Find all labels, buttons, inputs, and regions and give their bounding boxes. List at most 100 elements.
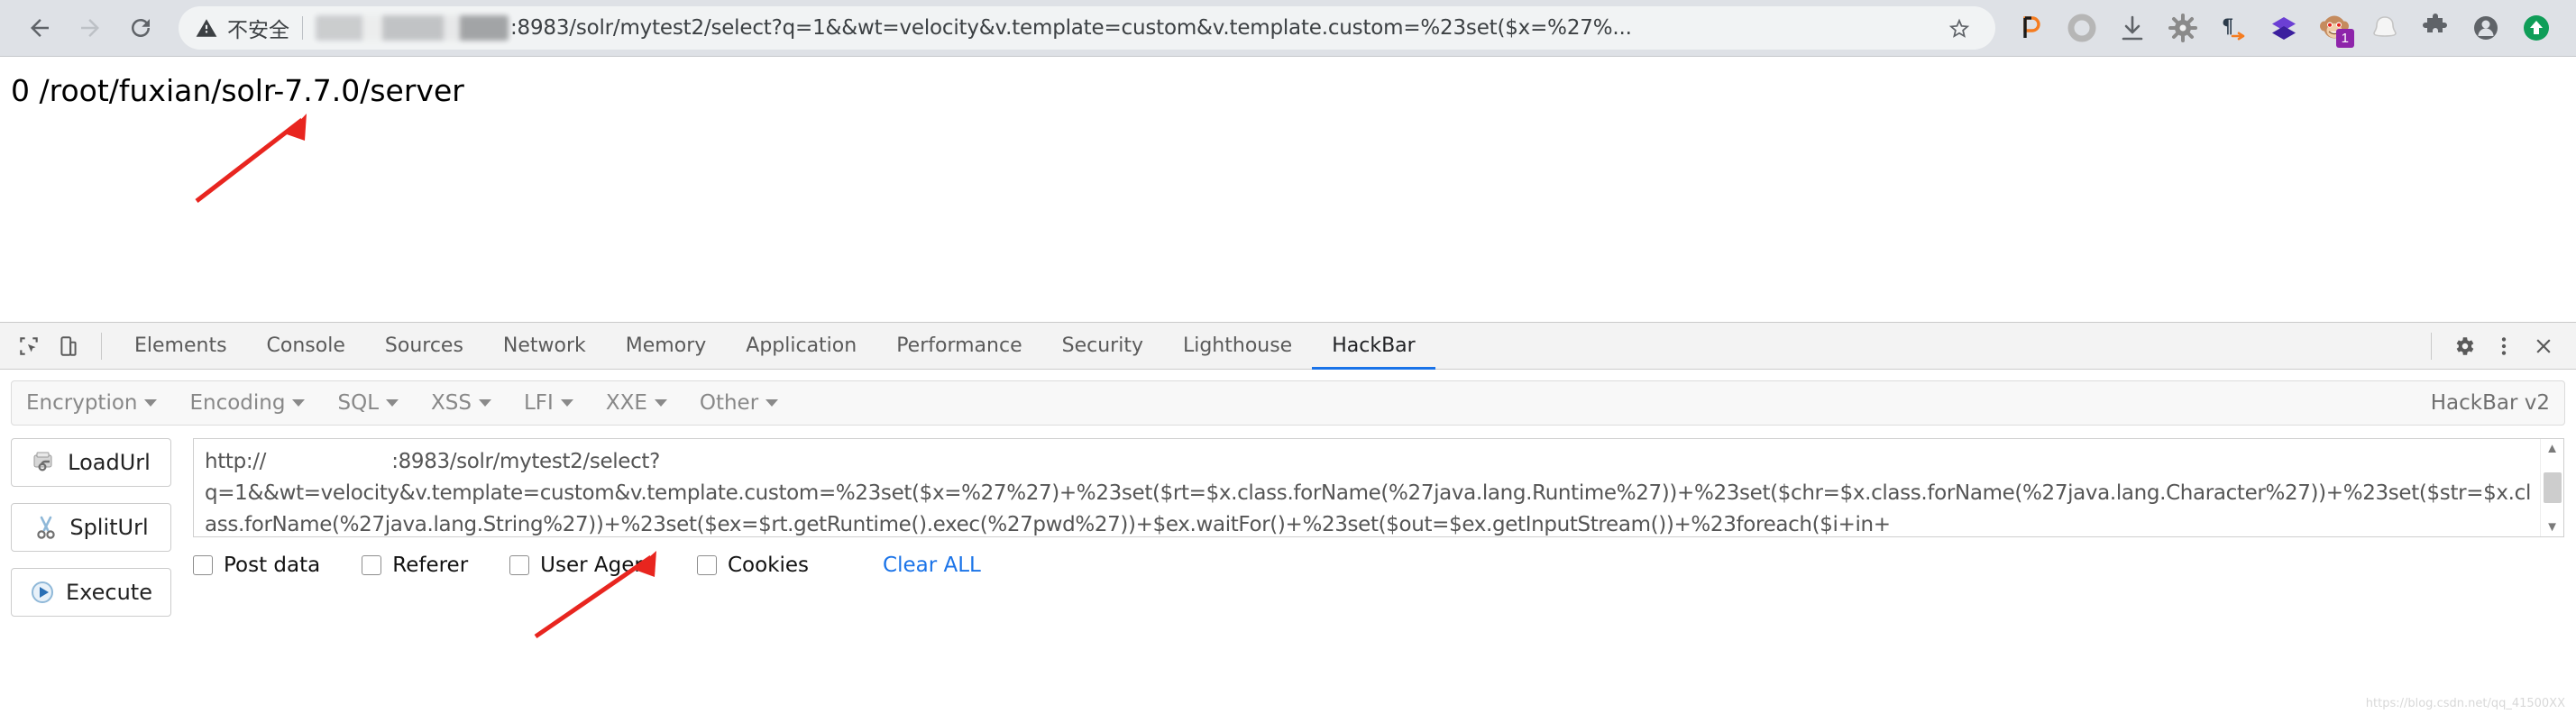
- hackbar-url-scrollbar[interactable]: ▲ ▼: [2540, 439, 2563, 536]
- hackbar-url-textarea[interactable]: http:// :8983/solr/mytest2/select? q=1&&…: [194, 439, 2540, 536]
- bug-extension-icon[interactable]: [2158, 3, 2208, 53]
- forward-button[interactable]: [65, 3, 115, 53]
- chevron-down-icon: [560, 399, 573, 407]
- menu-lfi[interactable]: LFI: [524, 391, 573, 415]
- reload-button[interactable]: [115, 3, 166, 53]
- menu-other[interactable]: Other: [699, 391, 779, 415]
- devtools-toolbar-right: [2418, 326, 2576, 366]
- device-toolbar-icon[interactable]: [49, 326, 88, 366]
- loadurl-icon: [33, 452, 52, 471]
- update-browser-icon[interactable]: [2511, 3, 2562, 53]
- ghost-extension-icon[interactable]: [2360, 3, 2410, 53]
- menu-xxe-label: XXE: [605, 391, 647, 415]
- checkbox-user-agent-label: User Agent: [540, 554, 655, 577]
- tab-lighthouse[interactable]: Lighthouse: [1163, 323, 1312, 370]
- tab-console[interactable]: Console: [247, 323, 365, 370]
- hackbar-menubar: Encryption Encoding SQL XSS LFI XXE Othe…: [11, 380, 2565, 426]
- chevron-down-icon: [144, 399, 158, 407]
- tab-sources[interactable]: Sources: [365, 323, 483, 370]
- download-icon[interactable]: [2107, 3, 2158, 53]
- tab-performance[interactable]: Performance: [876, 323, 1041, 370]
- scroll-up-icon[interactable]: ▲: [2545, 442, 2559, 455]
- chevron-down-icon: [478, 399, 491, 407]
- circle-extension-icon[interactable]: [2057, 3, 2107, 53]
- play-icon: [32, 581, 53, 603]
- checkbox-box[interactable]: [509, 555, 530, 575]
- menu-xss[interactable]: XSS: [431, 391, 491, 415]
- menu-xxe[interactable]: XXE: [606, 391, 667, 415]
- hackbar-url-field[interactable]: http:// :8983/solr/mytest2/select? q=1&&…: [193, 438, 2564, 537]
- omnibox-divider: [302, 16, 303, 40]
- menu-encryption[interactable]: Encryption: [26, 391, 158, 415]
- omnibox[interactable]: 不安全 :8983/solr/mytest2/select?q=1&&wt=ve…: [179, 6, 1995, 50]
- spliturl-button[interactable]: SplitUrl: [11, 503, 171, 552]
- checkbox-box[interactable]: [362, 555, 382, 575]
- checkbox-cookies[interactable]: Cookies: [696, 554, 810, 577]
- checkbox-box[interactable]: [696, 555, 717, 575]
- menu-other-label: Other: [699, 391, 759, 415]
- not-secure-label: 不安全: [227, 19, 289, 42]
- execute-button[interactable]: Execute: [11, 568, 171, 617]
- chevron-down-icon: [654, 399, 667, 407]
- tab-memory[interactable]: Memory: [606, 323, 726, 370]
- watermark-text: https://blog.csdn.net/qq_41500XX: [2365, 697, 2565, 710]
- tab-hackbar[interactable]: HackBar: [1312, 323, 1435, 370]
- loadurl-button-label: LoadUrl: [68, 450, 151, 475]
- menu-sql[interactable]: SQL: [337, 391, 399, 415]
- checkbox-post-data-label: Post data: [224, 554, 321, 577]
- back-arrow-icon: [31, 19, 49, 37]
- puzzle-extensions-icon[interactable]: [2410, 3, 2461, 53]
- menu-encoding[interactable]: Encoding: [189, 391, 306, 415]
- chevron-down-icon: [386, 399, 399, 407]
- checkbox-referer-label: Referer: [392, 554, 469, 577]
- command-output-text: 0 /root/fuxian/solr-7.7.0/server: [11, 73, 464, 108]
- profile-avatar-icon[interactable]: [2461, 3, 2511, 53]
- extension-icons: ¶ 1: [2006, 3, 2562, 53]
- tab-network[interactable]: Network: [483, 323, 606, 370]
- close-icon[interactable]: [2524, 326, 2563, 366]
- tab-security[interactable]: Security: [1042, 323, 1163, 370]
- checkbox-box[interactable]: [193, 555, 213, 575]
- menu-sql-label: SQL: [337, 391, 380, 415]
- checkbox-referer[interactable]: Referer: [362, 554, 468, 577]
- hackbar-version-label: HackBar v2: [2430, 391, 2550, 415]
- pilcrow-extension-icon[interactable]: ¶: [2208, 3, 2259, 53]
- browser-toolbar: 不安全 :8983/solr/mytest2/select?q=1&&wt=ve…: [0, 0, 2576, 56]
- tab-elements[interactable]: Elements: [115, 323, 247, 370]
- page-content-area: 0 /root/fuxian/solr-7.7.0/server: [0, 56, 2576, 322]
- back-button[interactable]: [14, 3, 65, 53]
- menu-encoding-label: Encoding: [189, 391, 286, 415]
- devtools-right-divider: [2431, 332, 2432, 360]
- hackbar-action-buttons: LoadUrl SplitUrl Execute: [11, 438, 182, 633]
- checkbox-post-data[interactable]: Post data: [193, 554, 320, 577]
- reload-icon: [132, 19, 150, 37]
- not-secure-warning-icon: [195, 16, 218, 40]
- svg-text:¶: ¶: [2222, 14, 2233, 37]
- spliturl-button-label: SplitUrl: [69, 515, 149, 540]
- clear-all-link[interactable]: Clear ALL: [883, 554, 981, 577]
- loadurl-button[interactable]: LoadUrl: [11, 438, 171, 487]
- tab-application[interactable]: Application: [726, 323, 876, 370]
- more-options-icon[interactable]: [2484, 326, 2524, 366]
- devtools-panel: Elements Console Sources Network Memory …: [0, 322, 2576, 714]
- scroll-down-icon[interactable]: ▼: [2545, 520, 2559, 534]
- checkbox-user-agent[interactable]: User Agent: [509, 554, 655, 577]
- annotation-arrow-top: [195, 114, 307, 203]
- chevron-down-icon: [765, 399, 779, 407]
- diamond-extension-icon[interactable]: [2259, 3, 2309, 53]
- url-text[interactable]: :8983/solr/mytest2/select?q=1&&wt=veloci…: [510, 16, 1939, 40]
- pocket-extension-icon[interactable]: [2006, 3, 2057, 53]
- menu-lfi-label: LFI: [523, 391, 554, 415]
- hackbar-panel: Encryption Encoding SQL XSS LFI XXE Othe…: [0, 370, 2576, 714]
- redacted-host-blur: [316, 15, 509, 41]
- checkbox-cookies-label: Cookies: [727, 554, 810, 577]
- scrollbar-thumb[interactable]: [2543, 472, 2562, 503]
- gear-icon[interactable]: [2444, 326, 2484, 366]
- devtools-tabbar: Elements Console Sources Network Memory …: [0, 323, 2576, 370]
- bookmark-star-icon[interactable]: [1939, 16, 1979, 40]
- monkey-extension-icon[interactable]: 1: [2309, 3, 2360, 53]
- extension-badge-count: 1: [2335, 29, 2354, 48]
- chevron-down-icon: [292, 399, 306, 407]
- menu-xss-label: XSS: [431, 391, 472, 415]
- inspect-element-icon[interactable]: [9, 326, 49, 366]
